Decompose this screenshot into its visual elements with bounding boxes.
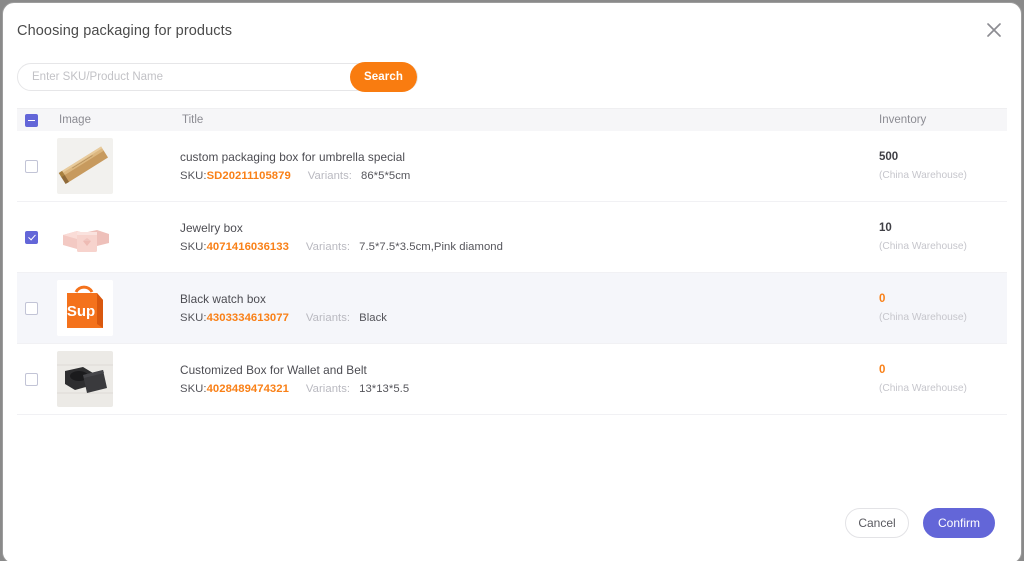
row-image-cell: Sup [57,280,180,336]
variants-value: Black [359,312,387,324]
confirm-button[interactable]: Confirm [923,508,995,538]
row-inventory-cell: 500 (China Warehouse) [879,151,1007,181]
search-button[interactable]: Search [350,62,417,92]
page-title: Choosing packaging for products [17,23,232,39]
row-inventory-cell: 0 (China Warehouse) [879,364,1007,394]
sku-value: SD20211105879 [207,170,291,182]
orange-shopping-bag-thumbnail: Sup [57,280,113,336]
variants-label: Variants: [306,383,350,395]
column-header-inventory: Inventory [879,114,1007,126]
row-select-cell [17,231,57,244]
table-header-row: Image Title Inventory [17,109,1007,131]
search-area: Search [3,59,1021,91]
row-inventory-cell: 10 (China Warehouse) [879,222,1007,252]
select-all-cell [17,114,57,127]
variants-value: 7.5*7.5*3.5cm,Pink diamond [359,241,503,253]
sku-label: SKU: [180,383,207,395]
variants-label: Variants: [306,312,350,324]
sku-value: 4028489474321 [207,383,289,395]
row-title-cell: Customized Box for Wallet and Belt SKU:4… [180,363,879,395]
row-title-cell: custom packaging box for umbrella specia… [180,150,879,182]
variants-label: Variants: [306,241,350,253]
table-row[interactable]: Sup Black watch box SKU:4303334613077 Va… [17,273,1007,344]
sku-value: 4303334613077 [207,312,289,324]
sku-label: SKU: [180,241,207,253]
row-image-cell [57,138,180,194]
table-row[interactable]: custom packaging box for umbrella specia… [17,131,1007,202]
screen-background: Choosing packaging for products Search I… [0,0,1024,561]
row-select-cell [17,302,57,315]
variants-value: 13*13*5.5 [359,383,409,395]
variants-label: Variants: [308,170,352,182]
row-checkbox[interactable] [25,373,38,386]
inventory-warehouse: (China Warehouse) [879,170,1007,181]
variants-value: 86*5*5cm [361,170,410,182]
column-header-image: Image [57,114,180,126]
dialog-header: Choosing packaging for products [3,3,1021,59]
cancel-button[interactable]: Cancel [845,508,909,538]
search-bar: Search [17,63,418,91]
row-checkbox[interactable] [25,160,38,173]
row-image-cell [57,209,180,265]
sku-value: 4071416036133 [207,241,289,253]
product-meta: SKU:4303334613077 Variants: Black [180,312,869,324]
dialog-footer: Cancel Confirm [3,493,1021,561]
kraft-box-thumbnail [57,138,113,194]
product-name: custom packaging box for umbrella specia… [180,150,869,164]
inventory-quantity: 0 [879,364,1007,376]
table-row[interactable]: Jewelry box SKU:4071416036133 Variants: … [17,202,1007,273]
product-name: Customized Box for Wallet and Belt [180,363,869,377]
select-all-checkbox[interactable] [25,114,38,127]
row-select-cell [17,373,57,386]
row-checkbox[interactable] [25,231,38,244]
inventory-quantity: 500 [879,151,1007,163]
pink-jewelry-box-thumbnail [57,209,113,265]
row-title-cell: Jewelry box SKU:4071416036133 Variants: … [180,221,879,253]
row-checkbox[interactable] [25,302,38,315]
inventory-quantity: 0 [879,293,1007,305]
inventory-warehouse: (China Warehouse) [879,383,1007,394]
sku-label: SKU: [180,170,207,182]
product-meta: SKU:4071416036133 Variants: 7.5*7.5*3.5c… [180,241,869,253]
sku-label: SKU: [180,312,207,324]
product-name: Black watch box [180,292,869,306]
table-row[interactable]: Customized Box for Wallet and Belt SKU:4… [17,344,1007,415]
svg-text:Sup: Sup [67,303,95,320]
row-title-cell: Black watch box SKU:4303334613077 Varian… [180,292,879,324]
inventory-warehouse: (China Warehouse) [879,241,1007,252]
close-icon[interactable] [979,15,1009,45]
inventory-warehouse: (China Warehouse) [879,312,1007,323]
row-select-cell [17,160,57,173]
product-meta: SKU:4028489474321 Variants: 13*13*5.5 [180,383,869,395]
products-table: Image Title Inventory [17,109,1007,415]
row-inventory-cell: 0 (China Warehouse) [879,293,1007,323]
inventory-quantity: 10 [879,222,1007,234]
column-header-title: Title [180,114,879,126]
packaging-selection-dialog: Choosing packaging for products Search I… [2,2,1022,561]
row-image-cell [57,351,180,407]
product-name: Jewelry box [180,221,869,235]
black-gift-box-thumbnail [57,351,113,407]
product-meta: SKU:SD20211105879 Variants: 86*5*5cm [180,170,869,182]
